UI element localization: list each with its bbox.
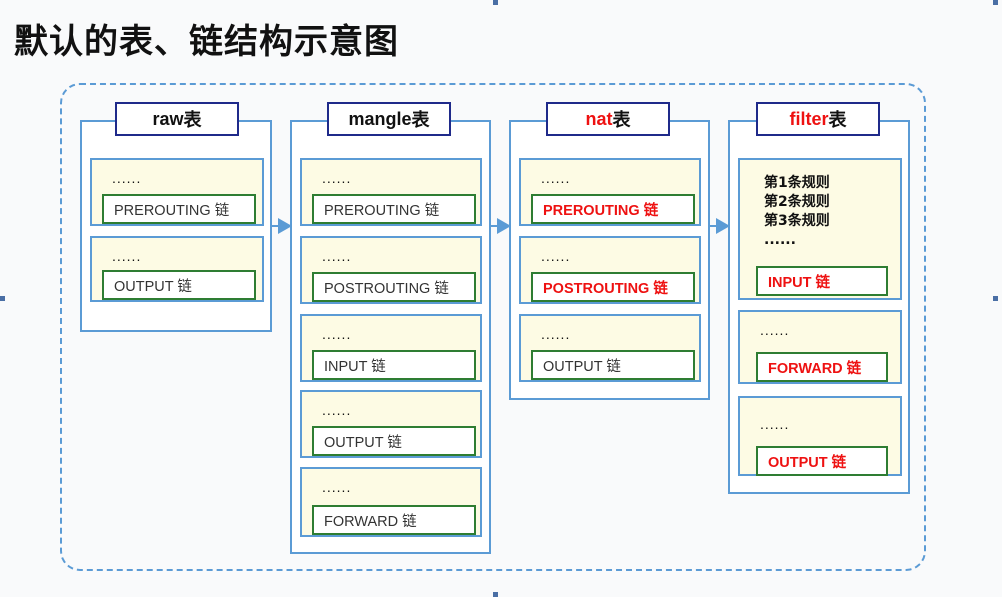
chain-label: PREROUTING 链 <box>312 194 476 224</box>
chain-label: POSTROUTING 链 <box>531 272 695 302</box>
chain-box: ...... OUTPUT 链 <box>90 236 264 302</box>
chain-label: OUTPUT 链 <box>312 426 476 456</box>
chain-box: ...... POSTROUTING 链 <box>519 236 701 304</box>
table-suffix: 表 <box>612 110 631 130</box>
chain-label: POSTROUTING 链 <box>312 272 476 302</box>
rule-list: 第1条规则 第2条规则 第3条规则 ...... <box>764 174 830 250</box>
chain-label: FORWARD 链 <box>312 505 476 535</box>
rule-item: 第1条规则 <box>764 175 830 191</box>
chain-rules-placeholder: ...... <box>760 322 790 338</box>
table-suffix: 表 <box>183 110 202 130</box>
chain-rules-placeholder: ...... <box>541 248 571 264</box>
chain-box: ...... PREROUTING 链 <box>519 158 701 226</box>
chain-box: ...... FORWARD 链 <box>738 310 902 384</box>
chain-rules-placeholder: ...... <box>760 416 790 432</box>
chain-label: PREROUTING 链 <box>531 194 695 224</box>
rule-item: 第2条规则 <box>764 194 830 210</box>
chain-rules-placeholder: ...... <box>322 402 352 418</box>
chain-rules-placeholder: ...... <box>322 248 352 264</box>
chain-rules-placeholder: ...... <box>112 248 142 264</box>
table-label-mangle: mangle 表 <box>327 102 451 136</box>
table-label-nat: nat 表 <box>546 102 670 136</box>
chain-rules-placeholder: ...... <box>112 170 142 186</box>
chain-label: FORWARD 链 <box>756 352 888 382</box>
chain-box: 第1条规则 第2条规则 第3条规则 ...... INPUT 链 <box>738 158 902 300</box>
table-label-filter: filter 表 <box>756 102 880 136</box>
table-nat: ...... PREROUTING 链 ...... POSTROUTING 链… <box>509 120 710 400</box>
chain-box: ...... OUTPUT 链 <box>738 396 902 476</box>
chain-rules-placeholder: ...... <box>322 326 352 342</box>
chain-label: OUTPUT 链 <box>531 350 695 380</box>
table-name: raw <box>152 108 184 129</box>
table-suffix: 表 <box>411 110 430 130</box>
chain-label: PREROUTING 链 <box>102 194 256 224</box>
table-filter: 第1条规则 第2条规则 第3条规则 ...... INPUT 链 ...... … <box>728 120 910 494</box>
diagram-slide: 默认的表、链结构示意图 ...... PREROUTING 链 ...... O… <box>0 0 1002 597</box>
table-name: mangle <box>348 108 412 129</box>
chain-rules-placeholder: ...... <box>322 170 352 186</box>
chain-box: ...... FORWARD 链 <box>300 467 482 537</box>
chain-label: OUTPUT 链 <box>102 270 256 300</box>
chain-rules-placeholder: ...... <box>322 479 352 495</box>
rule-item: 第3条规则 <box>764 213 830 229</box>
chain-box: ...... OUTPUT 链 <box>300 390 482 458</box>
chain-box: ...... PREROUTING 链 <box>300 158 482 226</box>
chain-rules-placeholder: ...... <box>541 170 571 186</box>
chain-box: ...... PREROUTING 链 <box>90 158 264 226</box>
rule-item: ...... <box>764 232 796 248</box>
table-name: filter <box>789 108 829 129</box>
table-label-raw: raw 表 <box>115 102 239 136</box>
table-name: nat <box>585 108 613 129</box>
chain-box: ...... OUTPUT 链 <box>519 314 701 382</box>
chain-label: INPUT 链 <box>312 350 476 380</box>
chain-box: ...... INPUT 链 <box>300 314 482 382</box>
chain-label: INPUT 链 <box>756 266 888 296</box>
chain-rules-placeholder: ...... <box>541 326 571 342</box>
table-suffix: 表 <box>828 110 847 130</box>
chain-box: ...... POSTROUTING 链 <box>300 236 482 304</box>
table-mangle: ...... PREROUTING 链 ...... POSTROUTING 链… <box>290 120 491 554</box>
table-raw: ...... PREROUTING 链 ...... OUTPUT 链 <box>80 120 272 332</box>
chain-label: OUTPUT 链 <box>756 446 888 476</box>
